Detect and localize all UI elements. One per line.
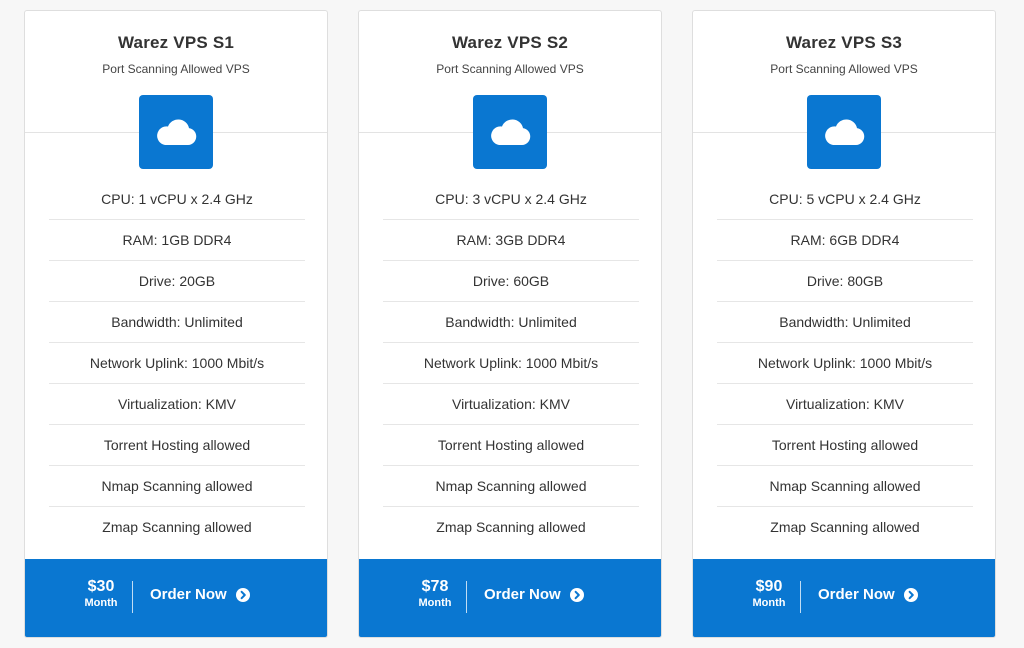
feature-drive: Drive: 80GB <box>717 261 973 302</box>
pricing-card-s3: Warez VPS S3 Port Scanning Allowed VPS C… <box>692 10 996 638</box>
cloud-icon <box>473 95 547 169</box>
feature-ram: RAM: 3GB DDR4 <box>383 220 639 261</box>
order-now-label: Order Now <box>484 586 561 603</box>
footer-divider <box>466 581 467 613</box>
pricing-card-s1: Warez VPS S1 Port Scanning Allowed VPS C… <box>24 10 328 638</box>
feature-nmap-scanning: Nmap Scanning allowed <box>383 466 639 507</box>
feature-network-uplink: Network Uplink: 1000 Mbit/s <box>49 343 305 384</box>
order-now-button[interactable]: Order Now <box>818 586 918 603</box>
feature-nmap-scanning: Nmap Scanning allowed <box>717 466 973 507</box>
feature-zmap-scanning: Zmap Scanning allowed <box>102 519 252 535</box>
price-period: Month <box>84 597 118 609</box>
price-amount: $30 <box>87 578 115 595</box>
order-now-button[interactable]: Order Now <box>484 586 584 603</box>
feature-virtualization: Virtualization: KMV <box>717 384 973 425</box>
feature-nmap-scanning: Nmap Scanning allowed <box>49 466 305 507</box>
price-amount: $90 <box>755 578 783 595</box>
feature-torrent-hosting: Torrent Hosting allowed <box>49 425 305 466</box>
plan-footer: $78 Month Order Now <box>359 559 661 637</box>
pricing-card-s2: Warez VPS S2 Port Scanning Allowed VPS C… <box>358 10 662 638</box>
arrow-right-circle-icon <box>903 587 918 602</box>
plan-footer: $30 Month Order Now <box>25 559 327 637</box>
feature-virtualization: Virtualization: KMV <box>49 384 305 425</box>
feature-virtualization: Virtualization: KMV <box>383 384 639 425</box>
feature-list: CPU: 1 vCPU x 2.4 GHz RAM: 1GB DDR4 Driv… <box>49 179 305 548</box>
plan-subtitle: Port Scanning Allowed VPS <box>436 62 584 76</box>
pricing-plans: Warez VPS S1 Port Scanning Allowed VPS C… <box>24 10 996 638</box>
plan-price: $78 Month <box>407 578 463 611</box>
arrow-right-circle-icon <box>569 587 584 602</box>
plan-footer: $90 Month Order Now <box>693 559 995 637</box>
plan-subtitle: Port Scanning Allowed VPS <box>102 62 250 76</box>
plan-title: Warez VPS S1 <box>117 33 235 52</box>
feature-ram: RAM: 6GB DDR4 <box>717 220 973 261</box>
price-period: Month <box>752 597 786 609</box>
feature-zmap-scanning: Zmap Scanning allowed <box>436 519 586 535</box>
feature-torrent-hosting: Torrent Hosting allowed <box>383 425 639 466</box>
feature-network-uplink: Network Uplink: 1000 Mbit/s <box>717 343 973 384</box>
feature-network-uplink: Network Uplink: 1000 Mbit/s <box>383 343 639 384</box>
feature-ram: RAM: 1GB DDR4 <box>49 220 305 261</box>
plan-title: Warez VPS S2 <box>451 33 569 52</box>
cloud-icon <box>807 95 881 169</box>
feature-cpu: CPU: 5 vCPU x 2.4 GHz <box>717 179 973 220</box>
feature-torrent-hosting: Torrent Hosting allowed <box>717 425 973 466</box>
arrow-right-circle-icon <box>235 587 250 602</box>
feature-bandwidth: Bandwidth: Unlimited <box>49 302 305 343</box>
footer-divider <box>132 581 133 613</box>
price-period: Month <box>418 597 452 609</box>
feature-cpu: CPU: 1 vCPU x 2.4 GHz <box>49 179 305 220</box>
order-now-button[interactable]: Order Now <box>150 586 250 603</box>
cloud-icon <box>139 95 213 169</box>
plan-price: $90 Month <box>741 578 797 611</box>
plan-title: Warez VPS S3 <box>785 33 903 52</box>
feature-bandwidth: Bandwidth: Unlimited <box>717 302 973 343</box>
feature-cpu: CPU: 3 vCPU x 2.4 GHz <box>383 179 639 220</box>
feature-drive: Drive: 60GB <box>383 261 639 302</box>
feature-drive: Drive: 20GB <box>49 261 305 302</box>
feature-bandwidth: Bandwidth: Unlimited <box>383 302 639 343</box>
order-now-label: Order Now <box>150 586 227 603</box>
order-now-label: Order Now <box>818 586 895 603</box>
plan-price: $30 Month <box>73 578 129 611</box>
price-amount: $78 <box>421 578 449 595</box>
feature-list: CPU: 5 vCPU x 2.4 GHz RAM: 6GB DDR4 Driv… <box>717 179 973 548</box>
feature-zmap-scanning: Zmap Scanning allowed <box>770 519 920 535</box>
plan-subtitle: Port Scanning Allowed VPS <box>770 62 918 76</box>
footer-divider <box>800 581 801 613</box>
feature-list: CPU: 3 vCPU x 2.4 GHz RAM: 3GB DDR4 Driv… <box>383 179 639 548</box>
